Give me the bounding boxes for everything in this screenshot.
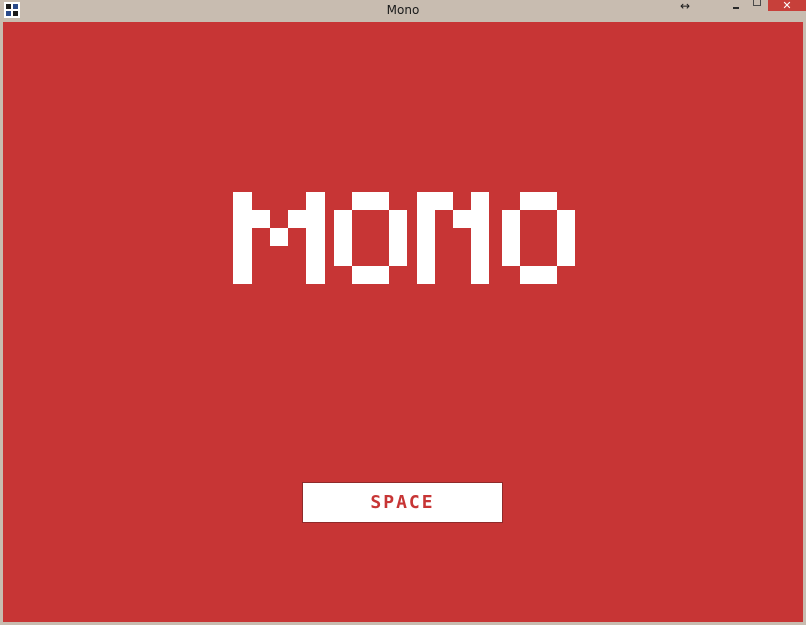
logo-letter-o-1 bbox=[334, 192, 407, 284]
logo-letter-m bbox=[233, 192, 325, 284]
minimize-button[interactable] bbox=[726, 0, 746, 11]
resize-icon[interactable]: ↔ bbox=[676, 0, 694, 14]
maximize-icon bbox=[753, 0, 761, 6]
start-button[interactable]: SPACE bbox=[302, 482, 503, 523]
logo-letter-n bbox=[417, 192, 489, 284]
close-button[interactable]: ✕ bbox=[768, 0, 806, 11]
start-button-label: SPACE bbox=[370, 492, 435, 513]
maximize-button[interactable] bbox=[746, 0, 768, 11]
minimize-icon bbox=[733, 7, 739, 9]
title-bar[interactable]: Mono ↔ ✕ bbox=[0, 0, 806, 22]
game-canvas[interactable]: SPACE bbox=[3, 22, 803, 622]
application-window: Mono ↔ ✕ SPACE bbox=[0, 0, 806, 625]
game-logo bbox=[233, 192, 575, 284]
logo-letter-o-2 bbox=[502, 192, 575, 284]
